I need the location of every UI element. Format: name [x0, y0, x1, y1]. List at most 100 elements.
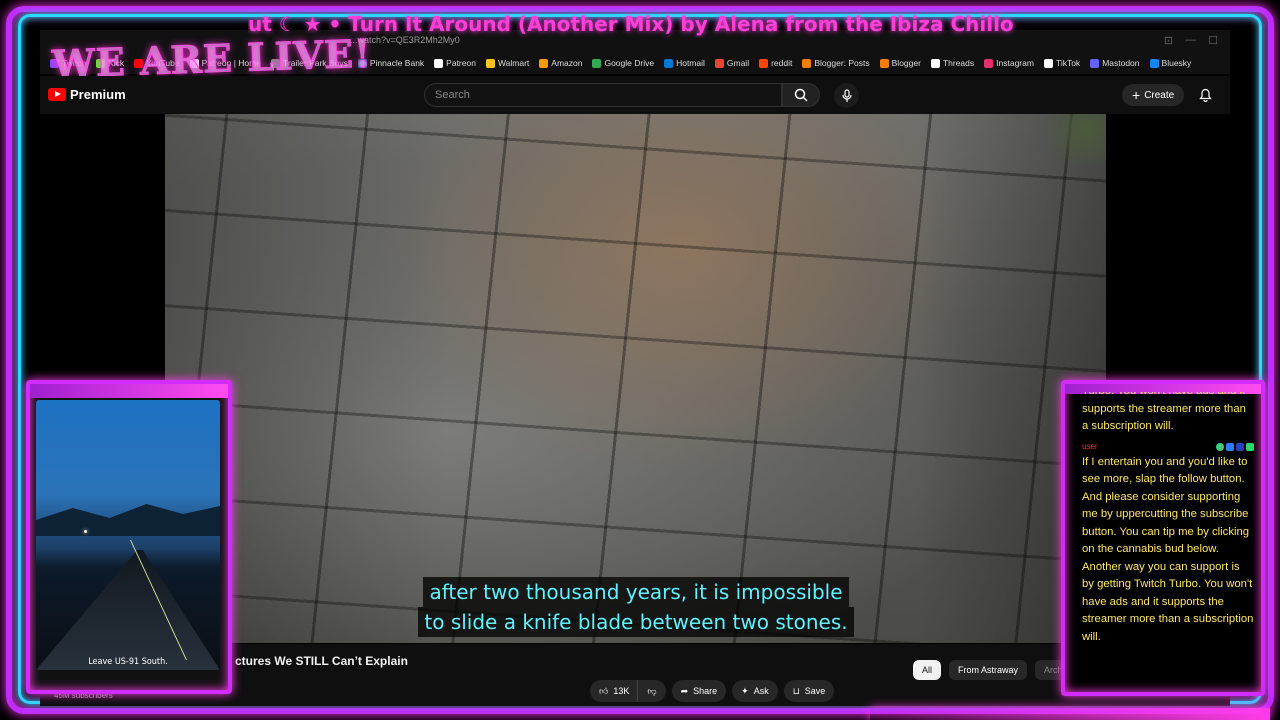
chip-all[interactable]: All — [913, 660, 942, 680]
bookmark-item[interactable]: TikTok — [1043, 58, 1081, 68]
bookmark-item[interactable]: Walmart — [485, 58, 530, 68]
bookmark-item[interactable]: Mastodon — [1090, 58, 1140, 68]
bookmark-favicon-icon — [930, 58, 940, 68]
bookmark-item[interactable]: Patreon — [434, 58, 476, 68]
notifications-button[interactable] — [1196, 86, 1214, 104]
video-player[interactable] — [165, 114, 1106, 643]
bookmark-label: Blogger — [891, 58, 921, 68]
now-playing-ticker: ut ☾ ★ • Turn It Around (Another Mix) by… — [248, 12, 1014, 36]
bookmark-favicon-icon — [592, 58, 602, 68]
bookmark-label: Google Drive — [604, 58, 655, 68]
bookmark-item[interactable]: Gmail — [714, 58, 750, 68]
video-foliage — [1036, 114, 1106, 164]
like-count: 13K — [613, 686, 630, 696]
chat-feed: Turbo. You won't have ads and it support… — [1082, 392, 1254, 682]
chat-message-previous: Turbo. You won't have ads and it support… — [1082, 392, 1246, 432]
plus-icon: + — [1132, 87, 1141, 103]
save-label: Save — [804, 686, 826, 696]
chat-username: user — [1082, 441, 1098, 451]
share-button[interactable]: ➦ Share — [671, 680, 727, 702]
badge-icon — [1226, 442, 1234, 451]
webcam-view — [36, 400, 220, 670]
bookmark-favicon-icon — [759, 58, 769, 68]
voice-search-button[interactable] — [834, 83, 859, 108]
bell-icon — [1198, 88, 1212, 102]
bookmark-label: Mastodon — [1102, 58, 1140, 68]
badge-icon — [1246, 442, 1254, 451]
thumbs-up-icon: 👍︎ — [599, 685, 609, 696]
search-button[interactable] — [782, 83, 820, 107]
recommendation-chips: All From Astraway Arch — [913, 660, 1072, 680]
bookmark-label: Amazon — [551, 58, 583, 68]
ask-label: Ask — [753, 686, 769, 696]
bookmark-label: Gmail — [726, 58, 750, 68]
bookmark-favicon-icon — [802, 58, 812, 68]
like-button[interactable]: 👍︎ 13K — [590, 680, 639, 702]
youtube-logo[interactable]: Premium — [48, 87, 126, 102]
chat-badges — [1216, 442, 1254, 451]
search-input[interactable]: Search — [424, 83, 782, 107]
window-controls: ⊡ — ☐ — [1164, 34, 1218, 47]
bookmark-label: reddit — [771, 58, 793, 68]
chat-message-header: user — [1082, 440, 1254, 454]
video-actions: 👍︎ 13K 👎︎ ➦ Share ✦ Ask ⊔ Save — [590, 680, 835, 702]
bookmark-item[interactable]: Instagram — [984, 58, 1034, 68]
webcam-road — [36, 550, 220, 670]
search-icon — [794, 88, 808, 102]
bookmark-item[interactable]: Google Drive — [592, 58, 654, 68]
webcam-light — [84, 530, 87, 533]
minimize-icon[interactable]: — — [1185, 34, 1196, 47]
bookmark-label: Instagram — [996, 58, 1034, 68]
bookmark-item[interactable]: reddit — [759, 58, 792, 68]
bookmark-label: Blogger: Posts — [814, 58, 870, 68]
badge-icon — [1216, 442, 1224, 451]
bookmark-icon: ⊔ — [792, 685, 800, 696]
subtitle-line-1: after two thousand years, it is impossib… — [423, 577, 849, 607]
youtube-logo-label: Premium — [70, 87, 126, 102]
share-label: Share — [693, 686, 718, 696]
create-button[interactable]: + Create — [1122, 84, 1185, 106]
bookmark-favicon-icon — [539, 58, 549, 68]
webcam-caption: Leave US-91 South. — [88, 657, 168, 667]
thumbs-down-icon: 👎︎ — [647, 685, 657, 696]
bookmark-favicon-icon — [1043, 58, 1053, 68]
bookmark-label: Walmart — [497, 58, 530, 68]
bookmark-item[interactable]: Threads — [930, 58, 975, 68]
neon-bottom-glow — [870, 708, 1270, 720]
save-button[interactable]: ⊔ Save — [783, 680, 835, 702]
ask-button[interactable]: ✦ Ask — [732, 680, 778, 702]
extensions-icon[interactable]: ⊡ — [1164, 34, 1173, 47]
bookmark-favicon-icon — [1090, 58, 1100, 68]
bookmark-favicon-icon — [879, 58, 889, 68]
bookmark-label: Patreon — [446, 58, 476, 68]
maximize-icon[interactable]: ☐ — [1208, 34, 1218, 47]
bookmark-label: Bluesky — [1161, 58, 1192, 68]
youtube-play-icon — [48, 88, 66, 101]
bookmark-item[interactable]: Blogger — [879, 58, 921, 68]
video-shading — [165, 114, 1106, 643]
bookmark-favicon-icon — [434, 58, 444, 68]
bookmark-item[interactable]: Blogger: Posts — [802, 58, 870, 68]
webcam-frame-top — [30, 384, 228, 398]
chip-from-channel[interactable]: From Astraway — [949, 660, 1028, 680]
bookmark-label: TikTok — [1055, 58, 1081, 68]
share-icon: ➦ — [680, 685, 689, 696]
webcam-mountains — [36, 504, 220, 536]
bookmark-label: Pinnacle Bank — [369, 58, 425, 68]
subtitle-line-2: to slide a knife blade between two stone… — [418, 607, 854, 637]
badge-icon — [1236, 442, 1244, 451]
video-subtitles: after two thousand years, it is impossib… — [413, 577, 859, 637]
bookmark-favicon-icon — [984, 58, 994, 68]
create-label: Create — [1144, 89, 1175, 101]
chat-message: If I entertain you and you'd like to see… — [1082, 455, 1254, 643]
bookmark-label: Threads — [942, 58, 975, 68]
video-title: ctures We STILL Can’t Explain — [235, 654, 408, 668]
bookmark-label: Hotmail — [676, 58, 705, 68]
bookmark-favicon-icon — [1149, 58, 1159, 68]
dislike-button[interactable]: 👎︎ — [638, 680, 666, 702]
bookmark-item[interactable]: Bluesky — [1149, 58, 1192, 68]
bookmark-item[interactable]: Hotmail — [664, 58, 705, 68]
bookmark-item[interactable]: Amazon — [539, 58, 582, 68]
bookmark-favicon-icon — [485, 58, 495, 68]
microphone-icon — [841, 88, 852, 102]
